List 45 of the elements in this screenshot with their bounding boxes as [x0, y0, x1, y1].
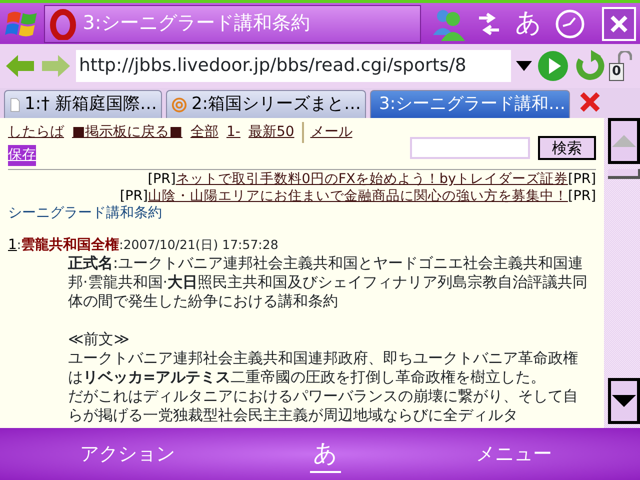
- window-title: 3:シーニグラード講和条約: [82, 11, 310, 36]
- scroll-up-button[interactable]: [608, 118, 640, 164]
- post-paragraph: だがこれはディルタニアにおけるパワーバランスの崩壊に繋がり、そして自らが掲げる一党独裁型社会民主主義が周辺地域ならびに全ディルタ: [68, 387, 579, 425]
- url-field[interactable]: http://jbbs.livedoor.jp/bbs/read.cgi/sports/8: [76, 50, 511, 82]
- nav-link[interactable]: 保存: [8, 145, 36, 166]
- post-date: 2007/10/21(日) 17:57:28: [123, 236, 278, 254]
- browser-tab[interactable]: 1:† 新箱庭国際…: [4, 90, 162, 118]
- nav-link[interactable]: 1-: [226, 122, 240, 143]
- nav-link[interactable]: 最新50: [248, 122, 294, 143]
- action-softkey[interactable]: アクション: [80, 440, 175, 468]
- ad-text: [PR]ネットで取引手数料0円のFXを始めよう！byトレイダーズ証券[PR]: [146, 171, 596, 188]
- up-arrow-icon: [611, 134, 637, 148]
- nav-link[interactable]: メール: [302, 122, 352, 143]
- ad-link[interactable]: 山陰・山陽エリアにお住まいで金融商品に関心の強い方を募集中！: [148, 188, 568, 204]
- poster-name: 雲龍共和国全権: [21, 236, 120, 254]
- scroll-down-button[interactable]: [608, 378, 640, 424]
- ad-link[interactable]: ネットで取引手数料0円のFXを始めよう！byトレイダーズ証券: [176, 171, 568, 187]
- post-number-link[interactable]: 1: [8, 236, 17, 254]
- opera-logo-icon: [48, 8, 79, 40]
- lock-count: 0: [609, 63, 624, 81]
- nav-link[interactable]: ■掲示板に戻る■: [72, 122, 182, 143]
- input-mode-indicator[interactable]: あ: [515, 4, 542, 43]
- browser-tab[interactable]: 3:シーニグラード講和…: [370, 90, 570, 118]
- nav-link[interactable]: したらば: [8, 122, 64, 143]
- ad-text: [PR]山陰・山陽エリアにお住まいで金融商品に関心の強い方を募集中！[PR]: [118, 188, 596, 205]
- separator-text: :: [119, 236, 124, 254]
- search-field[interactable]: [410, 137, 530, 159]
- dropdown-arrow-icon[interactable]: [515, 60, 533, 72]
- separator-text: :: [16, 236, 22, 254]
- back-arrow-icon[interactable]: [4, 52, 36, 80]
- close-tab-icon[interactable]: [578, 90, 602, 114]
- post-paragraph: 正式名:ユークトバニア連邦社会主義共和国とヤードゴニエ社会主義共和国連邦·雲龍共和国·大日照民主共和国及びシェイフィナリア列島宗教自治評議共同体の間で発生した紛争における講和条約: [68, 254, 588, 311]
- browser-tab[interactable]: 2:箱国シリーズまと…: [166, 90, 366, 118]
- nav-link[interactable]: 全部: [190, 122, 218, 143]
- open-padlock-icon[interactable]: [618, 51, 632, 63]
- section-heading: ≪前文≫: [68, 330, 130, 349]
- scroll-thumb[interactable]: [608, 169, 640, 179]
- close-icon[interactable]: [602, 6, 636, 40]
- menu-softkey[interactable]: メニュー: [476, 440, 552, 468]
- search-button[interactable]: 検索: [538, 136, 596, 160]
- down-arrow-icon: [611, 394, 637, 408]
- post-paragraph: ユークトバニア連邦社会主義共和国連邦政府、即ちユークトバニア革命政権はリベッカ=アルテミス二重帝國の圧政を打倒し革命政権を樹立した。: [68, 349, 579, 387]
- clock-icon[interactable]: [554, 8, 586, 40]
- refresh-icon[interactable]: [573, 50, 605, 82]
- thread-title: シーニグラード講和条約: [8, 205, 163, 222]
